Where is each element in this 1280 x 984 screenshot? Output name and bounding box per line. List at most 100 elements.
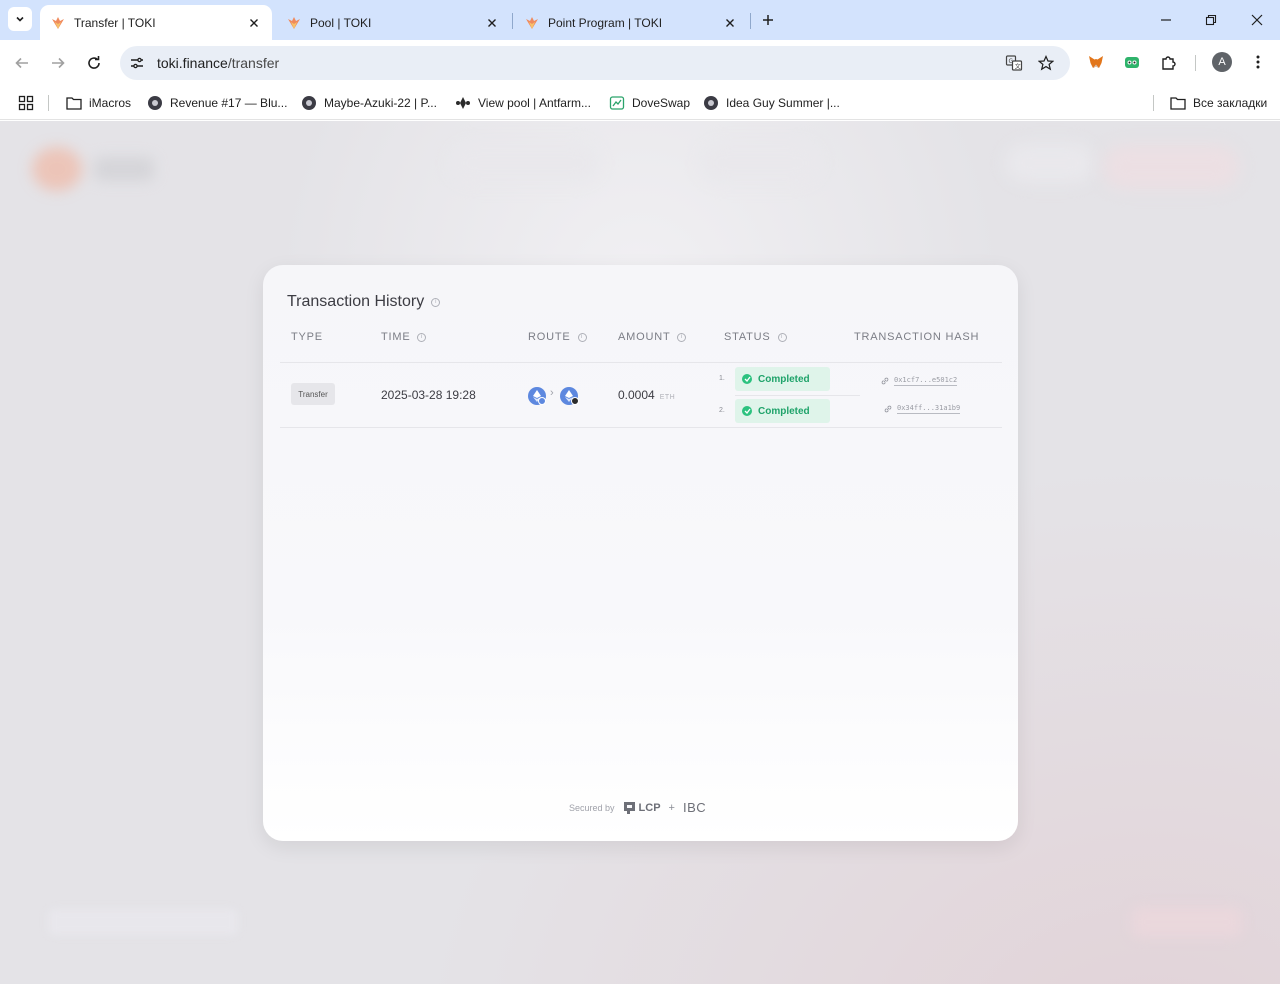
back-button[interactable] [10, 51, 34, 75]
info-icon[interactable]: i [577, 332, 587, 342]
bookmark-label: Все закладки [1193, 96, 1268, 110]
profile-avatar[interactable]: A [1212, 52, 1232, 72]
tab-separator [750, 13, 751, 29]
link-icon [881, 377, 889, 385]
folder-icon [1170, 95, 1186, 111]
status-label: Completed [758, 373, 810, 385]
status-badge: Completed [735, 399, 830, 423]
arrow-left-icon [15, 57, 28, 69]
footer-blurred [1132, 907, 1242, 937]
column-label: TYPE [291, 331, 323, 343]
source-network-badge-icon [538, 397, 546, 405]
bookmark-label: Maybe-Azuki-22 | P... [324, 96, 437, 110]
lcp-logo: LCP [623, 801, 661, 815]
tab-search-button[interactable] [8, 7, 32, 31]
column-label: AMOUNT [618, 331, 671, 343]
svg-text:G: G [1009, 58, 1014, 65]
bookmark-label: Revenue #17 — Blu... [170, 96, 288, 110]
close-icon [1251, 14, 1263, 26]
tab-strip: Transfer | TOKI Pool | TOKI Point Progra… [0, 0, 1280, 40]
amount-value: 0.0004 [618, 388, 655, 402]
reload-button[interactable] [82, 51, 106, 75]
all-bookmarks-folder[interactable]: Все закладки [1170, 93, 1267, 113]
bookmark-idea-guy[interactable]: Idea Guy Summer |... [703, 93, 840, 113]
apps-grid-button[interactable] [18, 93, 41, 113]
site-icon [147, 95, 163, 111]
green-extension-icon[interactable] [1122, 52, 1142, 72]
close-icon[interactable] [246, 15, 262, 31]
extensions-puzzle-icon[interactable] [1159, 52, 1179, 72]
column-label: ROUTE [528, 331, 571, 343]
site-icon [609, 95, 625, 111]
menu-kebab-icon[interactable] [1248, 52, 1268, 72]
column-label: TRANSACTION HASH [854, 331, 980, 343]
tab-pool[interactable]: Pool | TOKI [276, 5, 510, 40]
bookmark-revenue[interactable]: Revenue #17 — Blu... [147, 93, 287, 113]
transaction-hash-link[interactable]: 0x34ff...31a1b9 [884, 404, 961, 414]
nav-blurred [450, 143, 600, 183]
reload-icon [88, 56, 100, 69]
secured-by-footer: Secured by LCP + IBC [569, 800, 706, 815]
transaction-hash-link[interactable]: 0x1cf7...e501c2 [881, 376, 958, 386]
transaction-history-card: Transaction History i TYPE TIME i ROUTE i … [263, 265, 1018, 841]
card-title: Transaction History i [287, 293, 441, 311]
site-settings-icon[interactable] [128, 54, 146, 72]
tab-transfer[interactable]: Transfer | TOKI [40, 5, 272, 40]
plus-icon [763, 15, 773, 25]
toki-logo-blurred [32, 143, 157, 191]
browser-toolbar: toki.finance/transfer G文 A [0, 40, 1280, 86]
amount-unit: ETH [659, 394, 676, 401]
link-icon [884, 405, 892, 413]
minimize-icon [1161, 19, 1171, 21]
window-close-button[interactable] [1245, 8, 1269, 32]
forward-button[interactable] [46, 51, 70, 75]
bookmark-label: iMacros [89, 96, 132, 110]
url-path: /transfer [227, 55, 280, 71]
close-icon[interactable] [722, 15, 738, 31]
bookmark-star-icon[interactable] [1036, 53, 1056, 73]
new-tab-button[interactable] [758, 10, 778, 30]
bookmark-imacros[interactable]: iMacros [66, 93, 131, 113]
info-icon[interactable]: i [777, 332, 787, 342]
lcp-logo-icon [623, 801, 635, 814]
bookmark-antfarm[interactable]: View pool | Antfarm... [455, 93, 591, 113]
bookmark-doveswap[interactable]: DoveSwap [609, 93, 690, 113]
secured-by-label: Secured by [569, 802, 615, 813]
minimize-button[interactable] [1154, 8, 1178, 32]
step-divider [735, 395, 860, 396]
restore-button[interactable] [1199, 8, 1223, 32]
tab-point-program[interactable]: Point Program | TOKI [514, 5, 748, 40]
hash-text: 0x1cf7...e501c2 [894, 376, 958, 386]
check-circle-icon [742, 374, 752, 384]
site-icon [455, 95, 471, 111]
chevron-right-icon: › [550, 387, 554, 399]
tab-title: Pool | TOKI [310, 15, 372, 30]
header-divider [280, 362, 1002, 363]
header-blurred [1005, 143, 1095, 183]
bookmarks-bar: iMacros Revenue #17 — Blu... Maybe-Azuki… [0, 86, 1280, 120]
status-badge: Completed [735, 367, 830, 391]
column-header-transaction-hash: TRANSACTION HASH [854, 331, 979, 343]
bookmark-label: Idea Guy Summer |... [726, 96, 840, 110]
info-icon[interactable]: i [431, 297, 441, 307]
tab-title: Transfer | TOKI [74, 15, 156, 30]
address-bar[interactable]: toki.finance/transfer G文 [120, 46, 1070, 80]
info-icon[interactable]: i [677, 332, 687, 342]
translate-icon[interactable]: G文 [1004, 53, 1024, 73]
url-host: toki.finance [157, 55, 228, 71]
arrow-right-icon [52, 57, 65, 69]
bookmark-label: DoveSwap [632, 96, 691, 110]
lcp-label: LCP [638, 801, 661, 814]
check-circle-icon [742, 406, 752, 416]
close-icon[interactable] [484, 15, 500, 31]
plus-sign: + [668, 801, 675, 814]
column-header-route: ROUTE i [528, 331, 587, 343]
hash-text: 0x34ff...31a1b9 [897, 404, 961, 414]
toki-favicon-icon [286, 15, 302, 31]
bookmark-maybe-azuki[interactable]: Maybe-Azuki-22 | P... [301, 93, 437, 113]
chevron-down-icon [16, 16, 24, 22]
info-icon[interactable]: i [417, 332, 427, 342]
metamask-extension-icon[interactable] [1086, 52, 1106, 72]
status-label: Completed [758, 405, 810, 417]
url-text: toki.finance/transfer [157, 55, 279, 71]
